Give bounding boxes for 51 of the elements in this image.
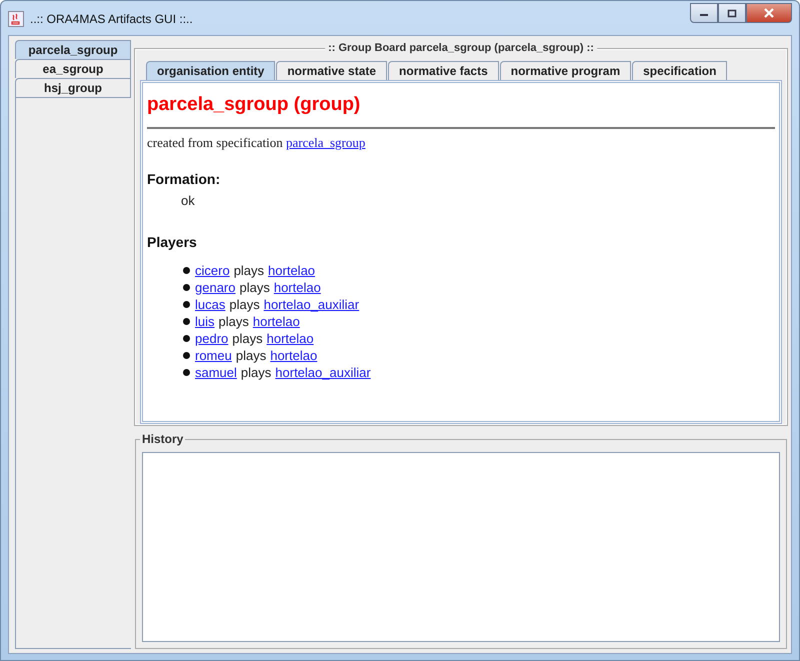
formation-heading: Formation: xyxy=(147,171,222,187)
role-link[interactable]: hortelao_auxiliar xyxy=(264,297,360,312)
java-cup-icon xyxy=(8,11,24,27)
panel-title: :: Group Board parcela_sgroup (parcela_sgroup) :: xyxy=(325,42,597,54)
group-tab[interactable]: parcela_sgroup xyxy=(15,40,131,59)
group-heading: parcela_sgroup (group) xyxy=(147,94,362,116)
agent-link[interactable]: samuel xyxy=(195,365,237,380)
history-title: History xyxy=(140,432,186,446)
close-button[interactable] xyxy=(746,3,792,23)
role-link[interactable]: hortelao xyxy=(266,331,314,346)
player-text: plays xyxy=(234,263,264,278)
bullet-icon xyxy=(183,284,190,291)
player-text: plays xyxy=(240,365,272,380)
player-text: plays xyxy=(218,314,249,329)
agent-link[interactable]: cicero xyxy=(195,263,230,278)
maximize-button[interactable] xyxy=(718,3,746,23)
role-link[interactable]: hortelao_auxiliar xyxy=(275,365,371,380)
group-tab[interactable]: hsj_group xyxy=(15,78,131,97)
tab[interactable]: organisation entity xyxy=(146,61,276,80)
tab[interactable]: specification xyxy=(632,61,728,80)
agent-link[interactable]: luis xyxy=(195,314,215,329)
agent-link[interactable]: romeu xyxy=(195,348,232,363)
bullet-icon xyxy=(183,335,190,342)
tab[interactable]: normative state xyxy=(276,61,388,80)
role-link[interactable]: hortelao xyxy=(268,263,316,278)
spec-link[interactable]: parcela_sgroup xyxy=(286,135,366,150)
role-link[interactable]: hortelao xyxy=(274,280,321,295)
window-title: ..:: ORA4MAS Artifacts GUI ::.. xyxy=(30,12,194,26)
tab[interactable]: normative facts xyxy=(388,61,499,80)
bullet-icon xyxy=(183,369,190,376)
minimize-button[interactable] xyxy=(690,3,718,23)
formation-value: ok xyxy=(181,193,196,208)
bullet-icon xyxy=(183,267,190,274)
bullet-icon xyxy=(183,352,190,359)
group-tab[interactable]: ea_sgroup xyxy=(15,59,131,78)
role-link[interactable]: hortelao xyxy=(270,348,318,363)
player-text: plays xyxy=(232,331,263,346)
player-text: plays xyxy=(236,348,266,363)
bullet-icon xyxy=(183,318,190,325)
close-icon xyxy=(763,8,775,18)
maximize-icon xyxy=(727,8,737,18)
players-heading: Players xyxy=(147,234,198,250)
spec-text: created from specification xyxy=(147,135,283,150)
role-link[interactable]: hortelao xyxy=(252,314,300,329)
player-text: plays xyxy=(239,280,270,295)
bullet-icon xyxy=(183,301,190,308)
agent-link[interactable]: lucas xyxy=(195,297,226,312)
player-text: plays xyxy=(229,297,260,312)
agent-link[interactable]: pedro xyxy=(195,331,228,346)
agent-link[interactable]: genaro xyxy=(195,280,236,295)
tab[interactable]: normative program xyxy=(500,61,632,80)
